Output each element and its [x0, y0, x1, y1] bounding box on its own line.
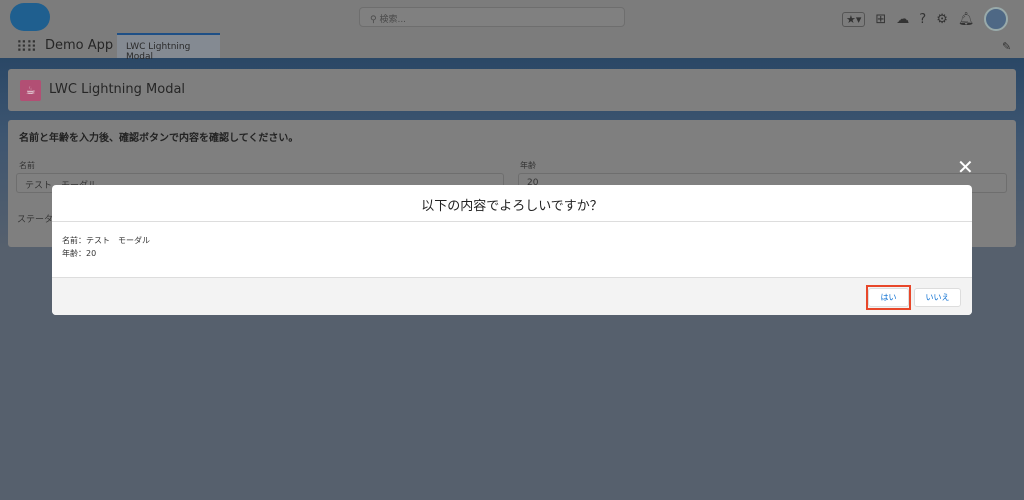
bell-icon[interactable]: 🔔︎: [958, 12, 975, 27]
app-name: Demo App: [45, 38, 114, 53]
no-button[interactable]: いいえ: [914, 288, 961, 307]
tab-lwc-lightning-modal[interactable]: LWC Lightning Modal: [117, 33, 220, 62]
close-icon[interactable]: ✕: [957, 155, 974, 179]
cup-icon: ☕: [20, 80, 41, 101]
yes-button[interactable]: はい: [868, 288, 909, 307]
search-input[interactable]: ⚲ 検索...: [359, 7, 625, 27]
name-label: 名前: [19, 161, 35, 170]
salesforce-logo[interactable]: [10, 3, 50, 31]
add-icon[interactable]: ⊞: [875, 12, 886, 27]
modal-age-line: 年齢：20: [62, 249, 97, 258]
trailhead-icon[interactable]: ☁: [896, 12, 909, 27]
modal-title: 以下の内容でよろしいですか？: [52, 185, 972, 222]
modal-name-line: 名前：テスト モーダル: [62, 236, 150, 245]
avatar[interactable]: [984, 7, 1009, 31]
page-title: LWC Lightning Modal: [49, 82, 186, 97]
favorites-star-icon[interactable]: ★▾: [842, 11, 866, 27]
instruction-text: 名前と年齢を入力後、確認ボタンで内容を確認してください。: [19, 133, 299, 144]
age-label: 年齢: [520, 161, 536, 170]
gear-icon[interactable]: ⚙: [936, 12, 948, 27]
confirm-modal: 以下の内容でよろしいですか？ 名前：テスト モーダル 年齢：20 はい いいえ: [52, 185, 972, 315]
app-launcher-icon[interactable]: ⠿⠿: [16, 38, 37, 56]
help-icon[interactable]: ?: [919, 12, 926, 27]
edit-nav-icon[interactable]: ✎: [1002, 40, 1011, 53]
